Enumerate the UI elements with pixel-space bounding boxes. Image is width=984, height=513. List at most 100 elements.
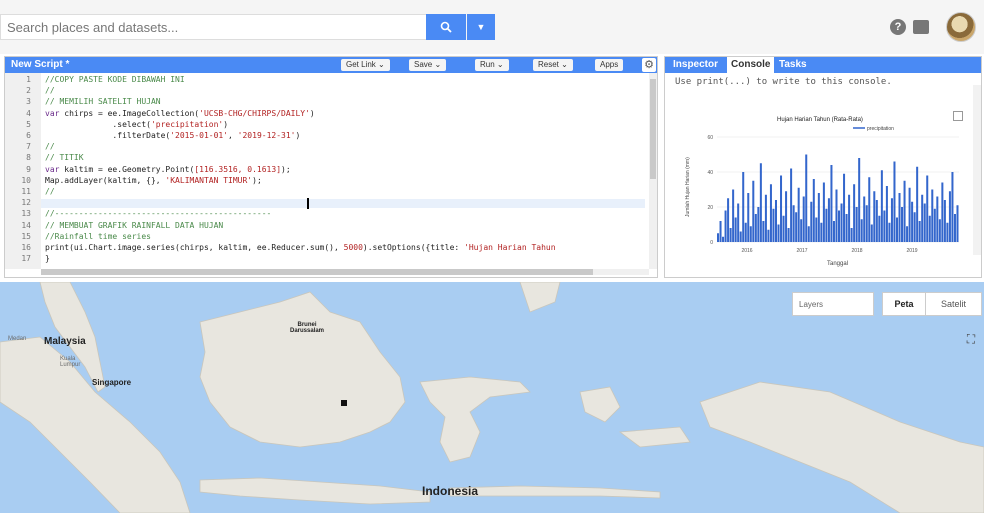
apps-button[interactable]: Apps	[595, 59, 624, 71]
chart-bar[interactable]	[767, 229, 770, 242]
chart-bar[interactable]	[825, 208, 828, 242]
chart-bar[interactable]	[722, 236, 725, 242]
code-line[interactable]: 3 // MEMILIH SATELIT HUJAN	[5, 97, 645, 106]
chart-bar[interactable]	[817, 193, 820, 242]
chart-bar[interactable]	[943, 200, 946, 242]
chart-bar[interactable]	[727, 198, 730, 242]
help-icon[interactable]: ?	[890, 19, 906, 35]
tab-tasks[interactable]: Tasks	[775, 57, 811, 73]
search-input[interactable]: Search places and datasets...	[0, 14, 426, 40]
chart-bar[interactable]	[777, 224, 780, 243]
code-line[interactable]: 1 //COPY PASTE KODE DIBAWAH INI	[5, 75, 645, 84]
map-view[interactable]: Malaysia Medan Kuala Lumpur Singapore Br…	[0, 282, 984, 513]
chart-bar[interactable]	[737, 203, 740, 243]
gear-icon[interactable]: ⚙	[642, 58, 656, 72]
chart-bar[interactable]	[717, 233, 720, 242]
chart-bar[interactable]	[863, 196, 866, 243]
chart-bar[interactable]	[832, 221, 835, 242]
chart-bar[interactable]	[757, 207, 760, 242]
run-button[interactable]: Run ⌄	[475, 59, 509, 71]
chart-bar[interactable]	[850, 228, 853, 242]
chart-bar[interactable]	[752, 180, 755, 242]
chart-bar[interactable]	[936, 196, 939, 243]
chart-bar[interactable]	[749, 226, 752, 242]
chart-bar[interactable]	[868, 177, 871, 242]
chart-bar[interactable]	[827, 198, 830, 242]
chart-bar[interactable]	[742, 172, 745, 242]
chart-bar[interactable]	[951, 172, 954, 242]
chart-bar[interactable]	[732, 189, 735, 243]
code-line[interactable]: 11 //	[5, 187, 645, 196]
code-line[interactable]: 16 print(ui.Chart.image.series(chirps, ka…	[5, 243, 645, 252]
horizontal-scrollbar[interactable]	[41, 269, 649, 275]
chart-bar[interactable]	[830, 165, 833, 242]
tab-inspector[interactable]: Inspector	[669, 57, 722, 73]
chart-bar[interactable]	[719, 221, 722, 242]
chart-bar[interactable]	[820, 222, 823, 242]
chart-bar[interactable]	[893, 161, 896, 243]
chart-bar[interactable]	[890, 198, 893, 242]
chart-bar[interactable]	[835, 189, 838, 243]
chart-bar[interactable]	[908, 187, 911, 242]
chart-bar[interactable]	[875, 200, 878, 242]
chart-bar[interactable]	[911, 201, 914, 242]
chart-bar[interactable]	[880, 170, 883, 242]
code-editor[interactable]: 1 //COPY PASTE KODE DIBAWAH INI 2 // 3 // MEM…	[5, 73, 657, 277]
chart-bar[interactable]	[795, 212, 798, 242]
chart-bar[interactable]	[853, 184, 856, 242]
chart-bar[interactable]	[782, 215, 785, 242]
code-line[interactable]: 13 //------------------------------------…	[5, 209, 645, 218]
chart-bar[interactable]	[797, 187, 800, 242]
reset-button[interactable]: Reset ⌄	[533, 59, 573, 71]
chart-bar[interactable]	[870, 224, 873, 243]
chart-bar[interactable]	[822, 182, 825, 243]
chart-bar[interactable]	[953, 214, 956, 242]
chart-bar[interactable]	[913, 212, 916, 242]
save-button[interactable]: Save ⌄	[409, 59, 447, 71]
chart-bar[interactable]	[928, 215, 931, 242]
chart-bar[interactable]	[855, 207, 858, 242]
chart-bar[interactable]	[805, 154, 808, 243]
chart-bar[interactable]	[878, 215, 881, 242]
search-button[interactable]	[426, 14, 466, 40]
chart-bar[interactable]	[848, 194, 851, 242]
chart-bar[interactable]	[810, 201, 813, 242]
code-line[interactable]: 8 // TITIK	[5, 153, 645, 162]
chart-bar[interactable]	[747, 193, 750, 242]
chart-bar[interactable]	[948, 191, 951, 242]
get-link-button[interactable]: Get Link ⌄	[341, 59, 390, 71]
chart-bar[interactable]	[840, 203, 843, 243]
chart-bar[interactable]	[865, 205, 868, 242]
vertical-scrollbar[interactable]	[649, 73, 657, 269]
chart-bar[interactable]	[807, 226, 810, 242]
layers-dropdown[interactable]: Layers	[792, 292, 874, 316]
feedback-icon[interactable]	[913, 20, 929, 34]
chart-bar[interactable]	[759, 163, 762, 242]
code-line[interactable]: 17}	[5, 254, 645, 263]
chart-bar[interactable]	[762, 221, 765, 242]
fullscreen-icon[interactable]: ⛶	[964, 332, 978, 346]
chart-bar[interactable]	[772, 208, 775, 242]
chart-bar[interactable]	[845, 214, 848, 242]
chart-bar[interactable]	[744, 222, 747, 242]
chart-bar[interactable]	[903, 180, 906, 242]
map-type-satellite-button[interactable]: Satelit	[926, 292, 982, 316]
code-line[interactable]: 9 var kaltim = ee.Geometry.Point([116.351…	[5, 165, 645, 174]
chart-bar[interactable]	[906, 226, 909, 242]
chart-bar[interactable]	[921, 194, 924, 242]
scrollbar-thumb[interactable]	[41, 269, 593, 275]
tab-console[interactable]: Console	[727, 57, 775, 73]
scrollbar-thumb[interactable]	[650, 79, 656, 179]
code-line[interactable]: 6 .filterDate('2015-01-01', '2019-12-31'…	[5, 131, 645, 140]
chart-bar[interactable]	[734, 217, 737, 243]
chart-bar[interactable]	[739, 231, 742, 243]
chart-bar[interactable]	[790, 168, 793, 243]
chart-bar[interactable]	[787, 228, 790, 242]
code-line[interactable]: 15 //Rainfall time series	[5, 232, 645, 241]
chart-bar[interactable]	[769, 184, 772, 242]
map-type-map-button[interactable]: Peta	[882, 292, 926, 316]
code-line[interactable]: 12	[5, 198, 645, 207]
chart-bar[interactable]	[785, 191, 788, 242]
chart-bar[interactable]	[843, 173, 846, 242]
chart-bar[interactable]	[780, 175, 783, 243]
